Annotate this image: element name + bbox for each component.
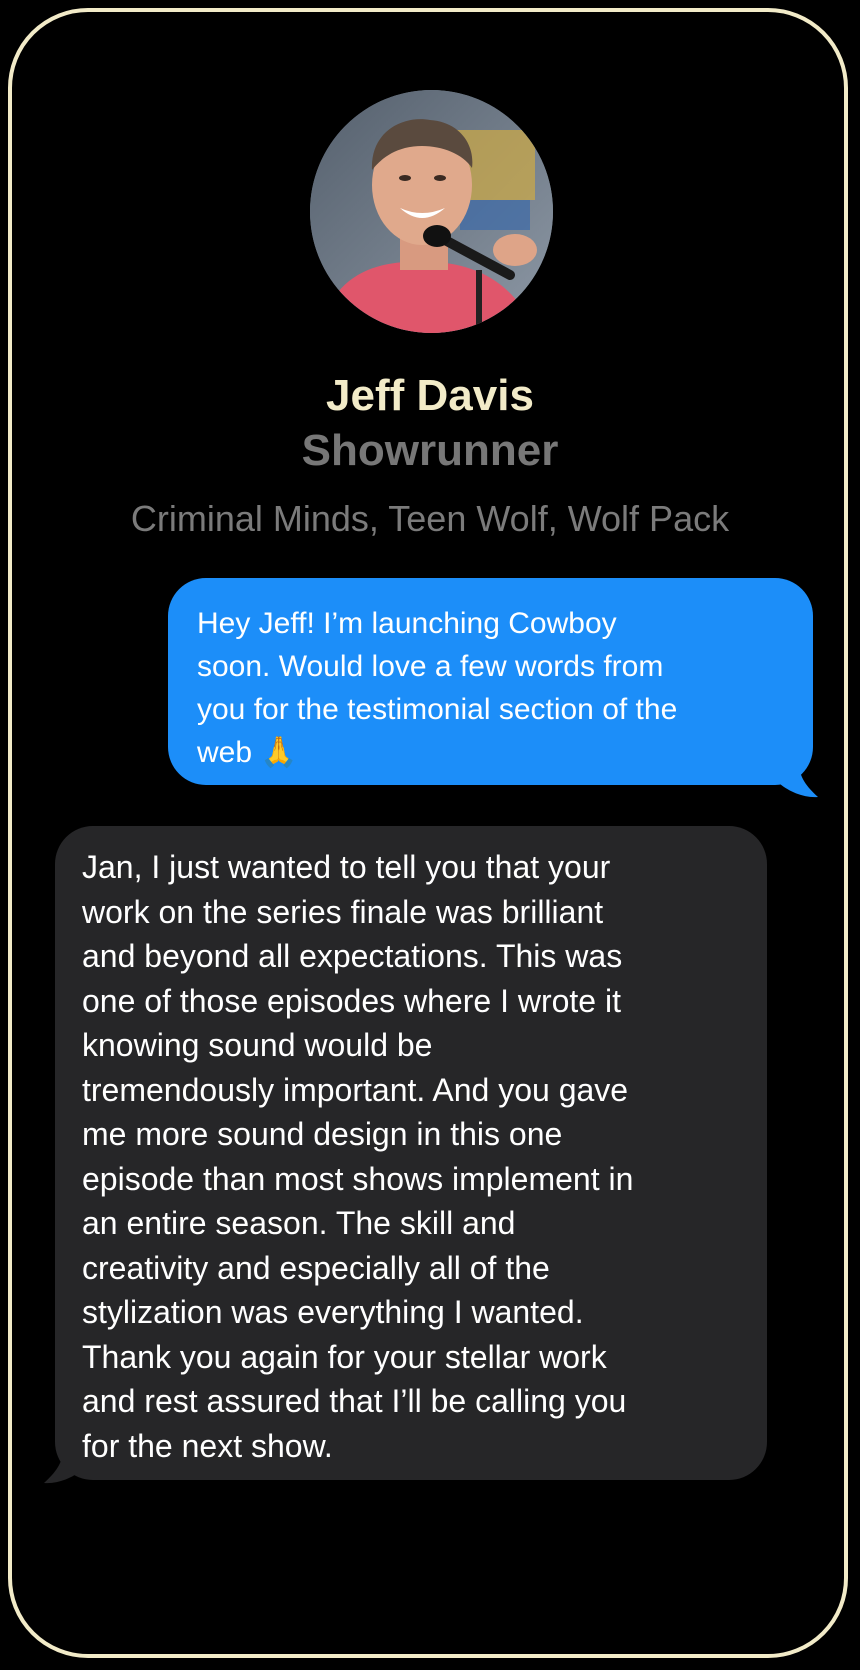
contact-name: Jeff Davis [326, 371, 534, 420]
incoming-message-bubble[interactable]: Jan, I just wanted to tell you that your… [55, 826, 767, 1480]
person-photo-icon [310, 90, 553, 333]
incoming-bubble-tail [44, 1448, 82, 1484]
contact-role: Showrunner [301, 426, 559, 475]
outgoing-bubble-tail [780, 762, 818, 798]
outgoing-message-bubble[interactable]: Hey Jeff! I’m launching Cowboy soon. Wou… [168, 578, 813, 785]
contact-avatar [310, 90, 553, 333]
contact-credits: Criminal Minds, Teen Wolf, Wolf Pack [130, 498, 730, 539]
